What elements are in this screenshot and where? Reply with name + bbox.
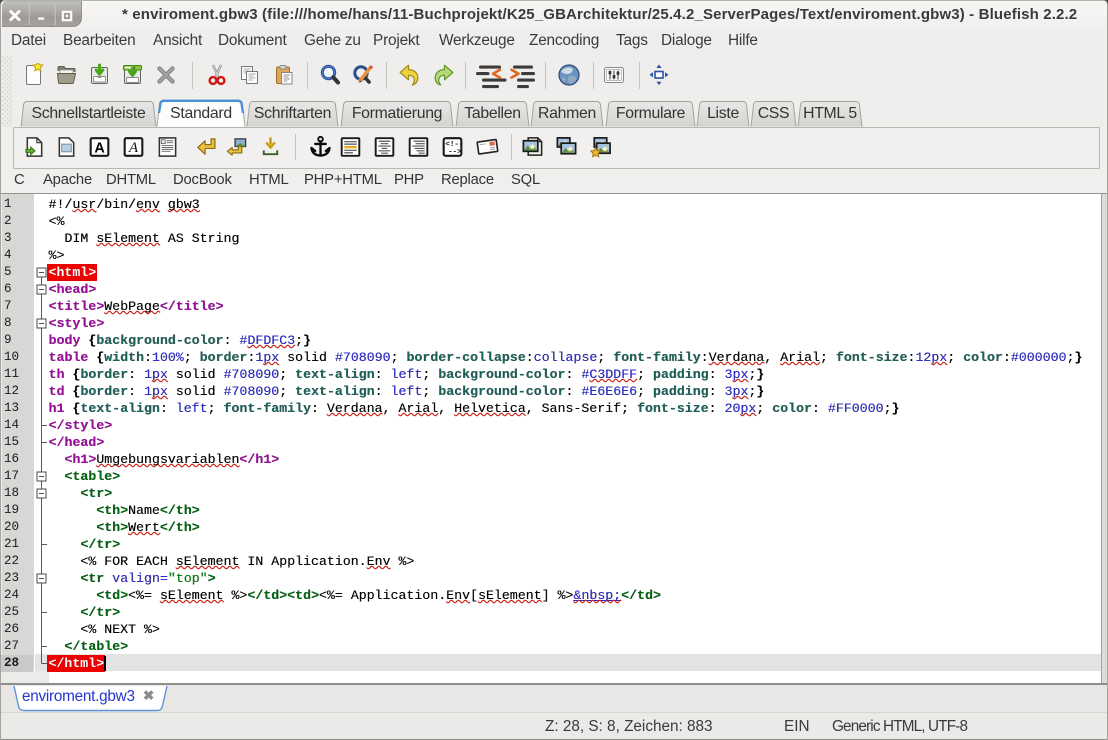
svg-text:A: A [94, 140, 104, 156]
svg-text:A: A [128, 140, 139, 156]
svg-text:-->: --> [448, 148, 462, 156]
